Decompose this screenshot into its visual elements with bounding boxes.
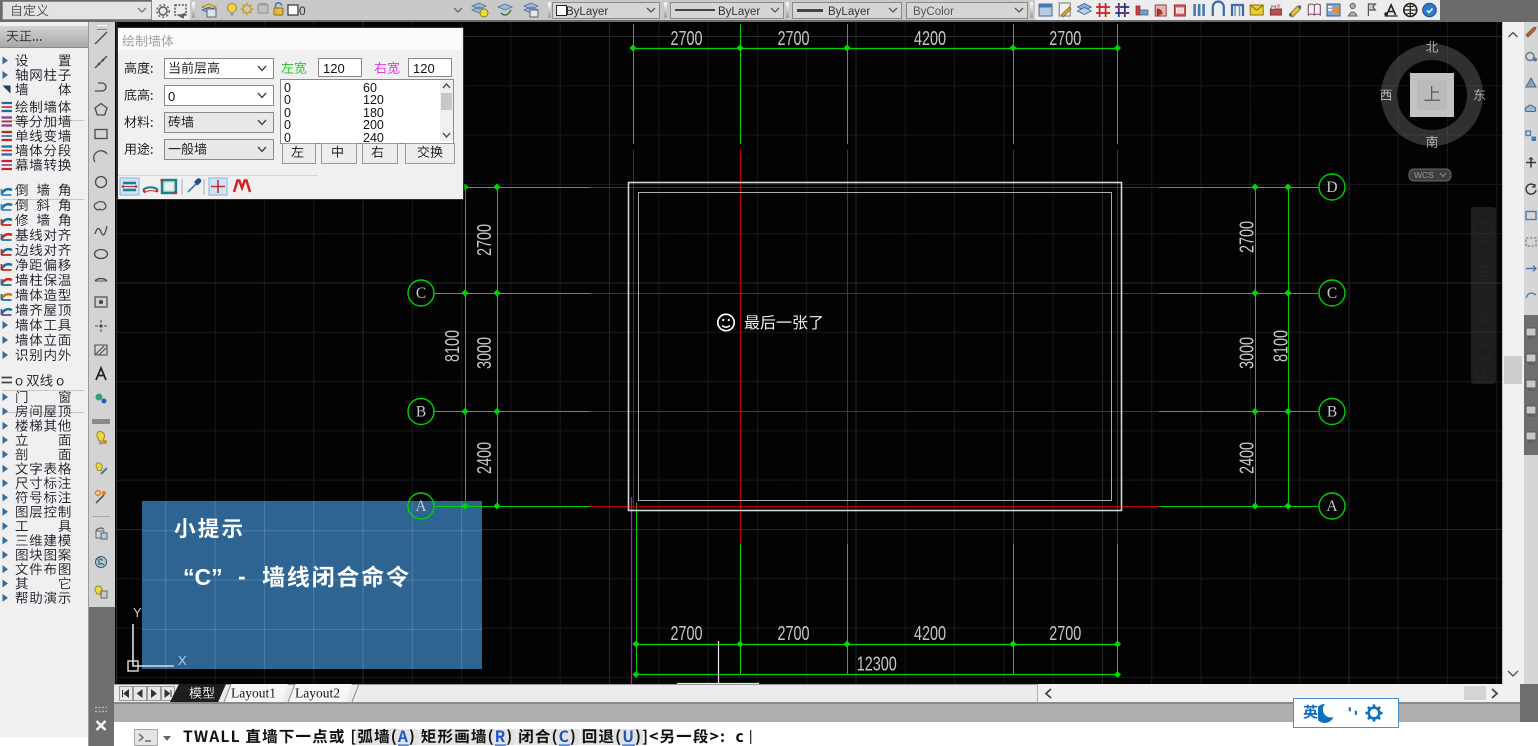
svg-text:Y: Y	[133, 605, 142, 620]
svg-text:A: A	[415, 498, 427, 515]
svg-text:X: X	[178, 653, 187, 668]
